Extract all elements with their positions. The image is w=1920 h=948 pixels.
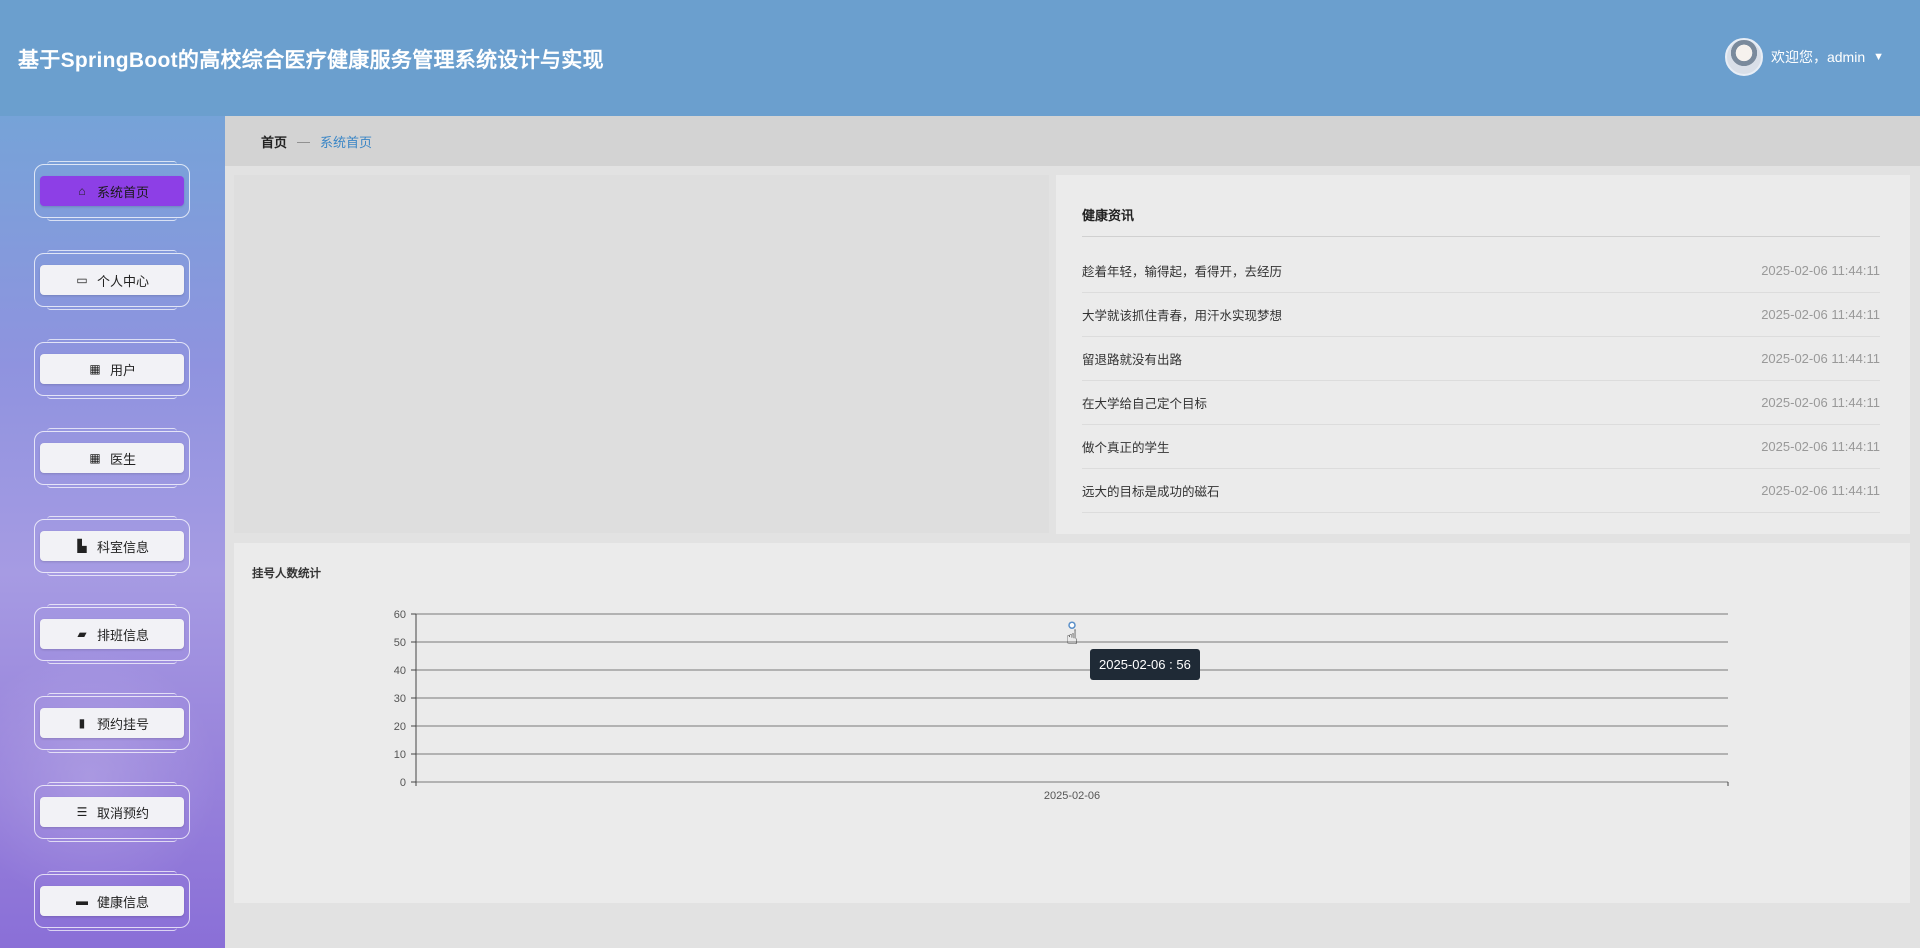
grid-icon: ▦ xyxy=(89,362,101,376)
registration-chart-panel: 挂号人数统计 0 10 20 30 40 50 60 2025-02-06 2025-02-0… xyxy=(234,543,1910,903)
sidebar-item-doctors[interactable]: ▦ 医生 xyxy=(34,428,190,488)
sidebar-button-users[interactable]: ▦ 用户 xyxy=(40,354,184,384)
breadcrumb-separator: — xyxy=(297,133,311,149)
top-header: 基于SpringBoot的高校综合医疗健康服务管理系统设计与实现 欢迎您，adm… xyxy=(0,0,1920,116)
line-chart: 0 10 20 30 40 50 60 2025-02-06 xyxy=(394,609,1729,802)
news-text[interactable]: 留退路就没有出路 xyxy=(1082,349,1182,368)
sidebar-button-cancel[interactable]: ☰ 取消预约 xyxy=(40,797,184,827)
sidebar-item-label: 健康信息 xyxy=(96,894,149,910)
sidebar-item-users[interactable]: ▦ 用户 xyxy=(34,339,190,399)
list-item[interactable]: 做个真正的学生 2025-02-06 11:44:11 xyxy=(1082,425,1880,469)
y-tick-label: 0 xyxy=(400,777,406,789)
sidebar-item-departments[interactable]: ▙ 科室信息 xyxy=(34,516,190,576)
news-title: 健康资讯 xyxy=(1082,175,1880,237)
welcome-text[interactable]: 欢迎您，admin xyxy=(1771,47,1865,67)
sidebar-button-home[interactable]: ⌂ 系统首页 xyxy=(40,176,184,206)
hand-cursor-icon: ☝ xyxy=(1066,627,1079,649)
home-icon: ⌂ xyxy=(78,184,86,198)
sidebar-button-schedule[interactable]: ▰ 排班信息 xyxy=(40,619,184,649)
y-tick-label: 60 xyxy=(394,609,406,621)
y-tick-label: 30 xyxy=(394,693,406,705)
avatar[interactable] xyxy=(1724,38,1763,76)
news-text[interactable]: 大学就该抓住青春，用汗水实现梦想 xyxy=(1082,305,1282,324)
news-panel: 健康资讯 趁着年轻，输得起，看得开，去经历 2025-02-06 11:44:11… xyxy=(1056,175,1910,534)
sidebar-item-health[interactable]: ▬ 健康信息 xyxy=(34,871,190,931)
ticket-icon: ▰ xyxy=(77,627,87,641)
list-item[interactable]: 趁着年轻，输得起，看得开，去经历 2025-02-06 11:44:11 xyxy=(1082,249,1880,293)
sidebar-item-label: 用户 xyxy=(109,362,136,378)
y-tick-label: 20 xyxy=(394,721,406,733)
sidebar-item-label: 医生 xyxy=(109,451,136,467)
breadcrumb-current[interactable]: 系统首页 xyxy=(320,132,372,151)
app-title: 基于SpringBoot的高校综合医疗健康服务管理系统设计与实现 xyxy=(18,49,604,72)
news-date: 2025-02-06 11:44:11 xyxy=(1761,439,1880,454)
list-item[interactable]: 留退路就没有出路 2025-02-06 11:44:11 xyxy=(1082,337,1880,381)
sidebar-item-label: 科室信息 xyxy=(96,539,149,555)
sidebar: ⌂ 系统首页 ▭ 个人中心 ▦ 用户 ▦ 医生 ▙ 科室信息 ▰ 排班信息 ▮ … xyxy=(0,116,225,948)
sidebar-item-label: 排班信息 xyxy=(96,627,149,643)
sidebar-item-label: 个人中心 xyxy=(96,273,149,289)
sidebar-item-home[interactable]: ⌂ 系统首页 xyxy=(34,161,190,221)
news-text[interactable]: 在大学给自己定个目标 xyxy=(1082,393,1207,412)
sidebar-item-booking[interactable]: ▮ 预约挂号 xyxy=(34,693,190,753)
sidebar-item-cancel[interactable]: ☰ 取消预约 xyxy=(34,782,190,842)
news-date: 2025-02-06 11:44:11 xyxy=(1761,483,1880,498)
x-tick-label: 2025-02-06 xyxy=(1044,790,1100,802)
sidebar-item-label: 系统首页 xyxy=(96,184,149,200)
sidebar-button-doctors[interactable]: ▦ 医生 xyxy=(40,443,184,473)
news-text[interactable]: 趁着年轻，输得起，看得开，去经历 xyxy=(1082,261,1282,280)
sidebar-item-schedule[interactable]: ▰ 排班信息 xyxy=(34,604,190,664)
chart-tooltip: 2025-02-06 : 56 xyxy=(1090,649,1200,680)
news-date: 2025-02-06 11:44:11 xyxy=(1761,307,1880,322)
caret-down-icon[interactable]: ▼ xyxy=(1873,51,1884,63)
empty-panel xyxy=(234,175,1049,533)
breadcrumb-home[interactable]: 首页 xyxy=(261,132,287,151)
news-date: 2025-02-06 11:44:11 xyxy=(1761,351,1880,366)
y-tick-label: 10 xyxy=(394,749,406,761)
sidebar-button-profile[interactable]: ▭ 个人中心 xyxy=(40,265,184,295)
grid-icon: ▦ xyxy=(89,451,101,465)
news-date: 2025-02-06 11:44:11 xyxy=(1761,263,1880,278)
news-text[interactable]: 远大的目标是成功的磁石 xyxy=(1082,481,1220,500)
list-icon: ☰ xyxy=(76,805,88,819)
list-item[interactable]: 远大的目标是成功的磁石 2025-02-06 11:44:11 xyxy=(1082,469,1880,513)
news-text[interactable]: 做个真正的学生 xyxy=(1082,437,1170,456)
y-tick-label: 40 xyxy=(394,665,406,677)
sidebar-button-departments[interactable]: ▙ 科室信息 xyxy=(40,531,184,561)
profile-icon: ▭ xyxy=(76,273,88,287)
sidebar-item-label: 取消预约 xyxy=(96,805,149,821)
sidebar-button-booking[interactable]: ▮ 预约挂号 xyxy=(40,708,184,738)
list-item[interactable]: 在大学给自己定个目标 2025-02-06 11:44:11 xyxy=(1082,381,1880,425)
user-menu[interactable]: 欢迎您，admin ▼ xyxy=(1724,38,1884,76)
y-tick-label: 50 xyxy=(394,637,406,649)
sidebar-button-health[interactable]: ▬ 健康信息 xyxy=(40,886,184,916)
breadcrumb: 首页 — 系统首页 xyxy=(225,116,1920,166)
bar-chart-icon: ▮ xyxy=(78,716,86,730)
sidebar-item-label: 预约挂号 xyxy=(96,716,149,732)
list-item[interactable]: 大学就该抓住青春，用汗水实现梦想 2025-02-06 11:44:11 xyxy=(1082,293,1880,337)
news-date: 2025-02-06 11:44:11 xyxy=(1761,395,1880,410)
sidebar-item-profile[interactable]: ▭ 个人中心 xyxy=(34,250,190,310)
stack-icon: ▬ xyxy=(75,894,88,908)
building-icon: ▙ xyxy=(77,539,87,553)
news-list: 趁着年轻，输得起，看得开，去经历 2025-02-06 11:44:11 大学就该… xyxy=(1082,249,1880,513)
